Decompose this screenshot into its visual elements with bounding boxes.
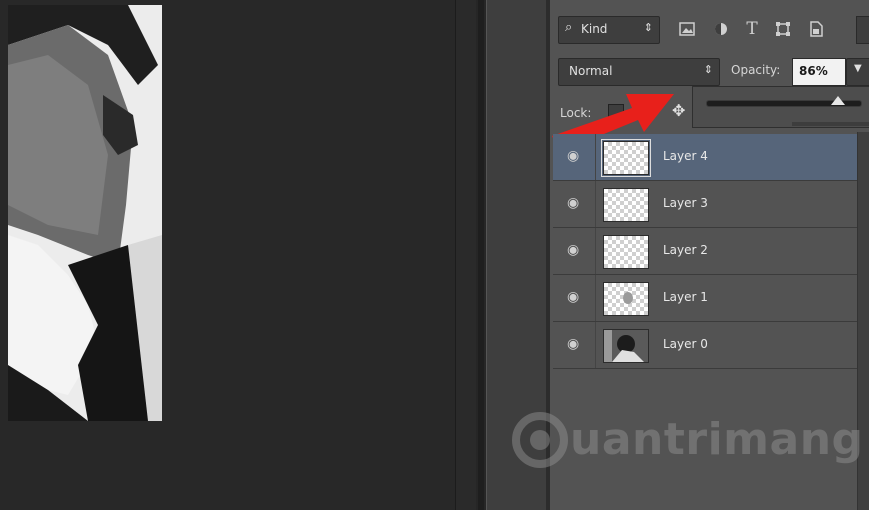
select-arrows-icon: ⇕ — [703, 63, 713, 76]
layer-name: Layer 2 — [663, 243, 708, 257]
opacity-input[interactable]: 86% — [792, 58, 846, 86]
filter-toggle[interactable] — [856, 16, 869, 44]
filter-kind-label: Kind — [581, 22, 608, 36]
search-icon: ⌕ — [565, 20, 573, 35]
filter-kind-select[interactable]: ⌕ Kind ⇕ — [558, 16, 660, 44]
layer-name: Layer 3 — [663, 196, 708, 210]
layer-row[interactable]: ◉ Layer 3 — [553, 181, 857, 228]
layer-thumbnail — [603, 282, 649, 316]
opacity-slider-thumb[interactable] — [831, 96, 845, 105]
opacity-dropdown-button[interactable]: ▼ — [846, 58, 869, 86]
panel-divider — [478, 0, 484, 510]
layer-thumbnail — [603, 235, 649, 269]
chevron-down-icon: ▼ — [854, 63, 862, 74]
eye-icon: ◉ — [567, 148, 580, 164]
visibility-toggle[interactable]: ◉ — [553, 228, 596, 274]
layer-name: Layer 4 — [663, 149, 708, 163]
eye-icon: ◉ — [567, 289, 580, 305]
adjustment-filter-icon[interactable] — [710, 18, 732, 40]
layer-row[interactable]: ◉ Layer 1 — [553, 275, 857, 322]
canvas-border — [455, 0, 476, 510]
eye-icon: ◉ — [567, 242, 580, 258]
visibility-toggle[interactable]: ◉ — [553, 134, 596, 180]
shape-filter-icon[interactable] — [772, 18, 794, 40]
layer-row[interactable]: ◉ Layer 0 — [553, 322, 857, 369]
type-filter-icon[interactable]: T — [741, 18, 763, 40]
watermark: uantrimang — [510, 408, 863, 478]
select-arrows-icon: ⇕ — [643, 21, 653, 34]
watermark-logo-icon — [512, 412, 568, 468]
photo-image — [8, 5, 162, 421]
smart-object-filter-icon[interactable] — [805, 18, 827, 40]
eye-icon: ◉ — [567, 336, 580, 352]
layer-name: Layer 0 — [663, 337, 708, 351]
popup-shadow — [792, 122, 869, 126]
opacity-value: 86% — [799, 64, 828, 78]
layer-thumbnail — [603, 329, 649, 363]
visibility-toggle[interactable]: ◉ — [553, 275, 596, 321]
layer-thumbnail — [601, 139, 651, 177]
layer-row[interactable]: ◉ Layer 4 — [553, 134, 857, 181]
layer-name: Layer 1 — [663, 290, 708, 304]
eye-icon: ◉ — [567, 195, 580, 211]
image-filter-icon[interactable] — [676, 18, 698, 40]
layer-row[interactable]: ◉ Layer 2 — [553, 228, 857, 275]
blend-mode-value: Normal — [569, 64, 613, 78]
visibility-toggle[interactable]: ◉ — [553, 322, 596, 368]
visibility-toggle[interactable]: ◉ — [553, 181, 596, 227]
layer-thumbnail — [603, 188, 649, 222]
watermark-text: uantrimang — [570, 414, 864, 465]
opacity-label: Opacity: — [731, 63, 781, 77]
